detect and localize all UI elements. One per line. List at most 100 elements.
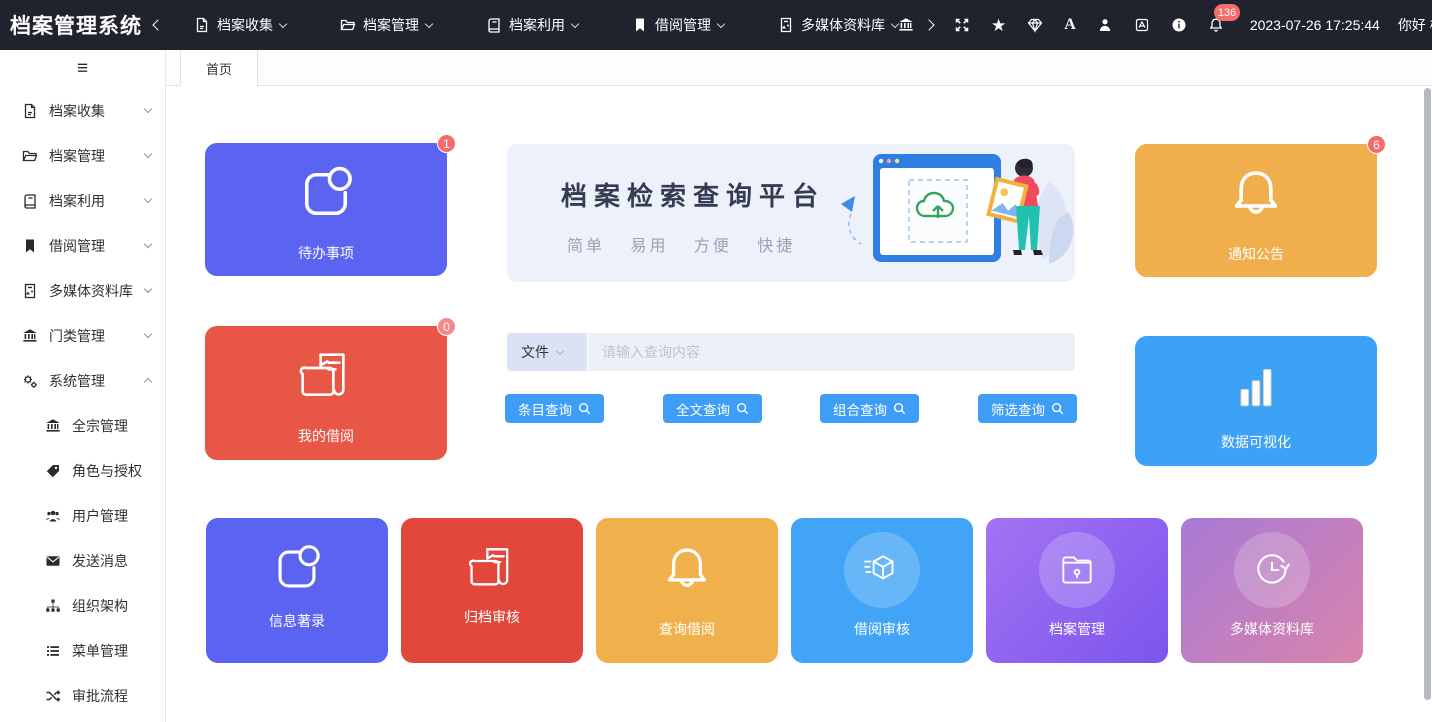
card-archive-review[interactable]: 归档审核 [401, 518, 583, 663]
search-input[interactable] [588, 333, 1075, 371]
combined-query-button[interactable]: 组合查询 [820, 394, 919, 423]
search-icon [893, 402, 906, 415]
button-label: 条目查询 [518, 399, 572, 419]
menu-label: 档案利用 [509, 15, 565, 35]
sidebar-subitem-fonds-manage[interactable]: 全宗管理 [0, 403, 165, 448]
search-bar: 文件 [507, 333, 1075, 371]
badge-count: 1 [437, 134, 456, 153]
clipboard-icon [268, 540, 326, 598]
card-info-entry[interactable]: 信息著录 [206, 518, 388, 663]
menu-label: 档案收集 [217, 15, 273, 35]
menu-borrow-manage[interactable]: 借阅管理 [632, 15, 724, 35]
font-size-icon[interactable]: A [1064, 16, 1076, 34]
card-label: 信息著录 [206, 611, 388, 631]
document-icon [22, 103, 38, 119]
card-borrow-review[interactable]: 借阅审核 [791, 518, 973, 663]
sidebar-subitem-approval-flow[interactable]: 审批流程 [0, 673, 165, 718]
sidebar-subitem-roles-auth[interactable]: 角色与授权 [0, 448, 165, 493]
datetime: 2023-07-26 17:25:44 [1250, 17, 1380, 33]
chevron-down-icon [144, 105, 152, 113]
bank-icon[interactable] [898, 17, 914, 33]
sidebar-subitem-org-structure[interactable]: 组织架构 [0, 583, 165, 628]
menu-multimedia[interactable]: 多媒体资料库 [778, 15, 898, 35]
sidebar-item-archive-collect[interactable]: 档案收集 [0, 88, 165, 133]
sidebar-item-archive-use[interactable]: 档案利用 [0, 178, 165, 223]
banner-illustration [781, 142, 1081, 314]
banner-subtitle: 简单 易用 方便 快捷 [567, 232, 795, 256]
bell-icon[interactable]: 136 [1208, 17, 1224, 33]
chevron-down-icon [717, 19, 725, 27]
chevron-down-icon [279, 19, 287, 27]
hamburger-icon[interactable]: ≡ [0, 50, 165, 88]
bookmark-icon [632, 17, 648, 33]
notification-badge: 136 [1214, 4, 1240, 21]
sidebar-item-label: 档案利用 [49, 191, 105, 211]
card-data-visualization[interactable]: 数据可视化 [1135, 336, 1377, 466]
info-icon[interactable] [1171, 17, 1187, 33]
menu-archive-collect[interactable]: 档案收集 [194, 15, 286, 35]
book-icon [486, 17, 502, 33]
card-query-borrow[interactable]: 查询借阅 [596, 518, 778, 663]
package-icon [861, 549, 903, 591]
sidebar-subitem-user-manage[interactable]: 用户管理 [0, 493, 165, 538]
card-notice[interactable]: 通知公告 6 [1135, 144, 1377, 277]
sidebar-item-label: 用户管理 [72, 506, 128, 526]
header-tools: ★ A 136 [898, 16, 1224, 34]
scrollbar[interactable] [1423, 86, 1432, 722]
menu-archive-use[interactable]: 档案利用 [486, 15, 578, 35]
card-my-borrow[interactable]: 我的借阅 0 [205, 326, 447, 460]
sidebar-item-system-manage[interactable]: 系统管理 [0, 358, 165, 403]
chevron-down-icon [144, 330, 152, 338]
icon-circle [844, 532, 920, 608]
icon-circle [1039, 532, 1115, 608]
menu-label: 借阅管理 [655, 15, 711, 35]
sidebar-item-multimedia[interactable]: 多媒体资料库 [0, 268, 165, 313]
clipboard-icon [293, 161, 359, 227]
scrollbar-thumb[interactable] [1424, 88, 1431, 700]
sidebar-item-label: 全宗管理 [72, 416, 128, 436]
folder-open-icon [22, 148, 38, 164]
star-icon[interactable]: ★ [991, 17, 1006, 34]
chevron-right-icon[interactable] [925, 21, 933, 29]
translate-icon[interactable] [1134, 17, 1150, 33]
card-label: 归档审核 [401, 607, 583, 627]
sidebar-item-label: 审批流程 [72, 686, 128, 706]
filter-query-button[interactable]: 筛选查询 [978, 394, 1077, 423]
tab-home[interactable]: 首页 [180, 50, 258, 86]
sidebar-item-category-manage[interactable]: 门类管理 [0, 313, 165, 358]
card-label: 我的借阅 [205, 426, 447, 446]
gem-icon[interactable] [1027, 17, 1043, 33]
button-label: 筛选查询 [991, 399, 1045, 419]
search-category-select[interactable]: 文件 [507, 333, 587, 371]
badge-count: 6 [1367, 135, 1386, 154]
search-category-value: 文件 [521, 342, 549, 362]
card-label: 档案管理 [986, 619, 1168, 639]
gears-icon [22, 373, 38, 389]
fulltext-query-button[interactable]: 全文查询 [663, 394, 762, 423]
fullscreen-icon[interactable] [954, 17, 970, 33]
sidebar-subitem-send-message[interactable]: 发送消息 [0, 538, 165, 583]
book-icon [22, 193, 38, 209]
sidebar-item-archive-manage[interactable]: 档案管理 [0, 133, 165, 178]
bell-icon [1225, 162, 1287, 228]
folder-document-icon [293, 344, 359, 408]
sidebar-item-borrow-manage[interactable]: 借阅管理 [0, 223, 165, 268]
search-icon [578, 402, 591, 415]
card-archive-manage[interactable]: 档案管理 [986, 518, 1168, 663]
user-greeting: 你好 杨标 [1398, 15, 1432, 35]
card-multimedia-library[interactable]: 多媒体资料库 [1181, 518, 1363, 663]
sidebar-subitem-menu-manage[interactable]: 菜单管理 [0, 628, 165, 673]
card-todo[interactable]: 待办事项 1 [205, 143, 447, 276]
entry-query-button[interactable]: 条目查询 [505, 394, 604, 423]
chevron-down-icon [144, 240, 152, 248]
chevron-up-icon [144, 378, 152, 386]
menu-archive-manage[interactable]: 档案管理 [340, 15, 432, 35]
folder-document-icon [463, 540, 521, 596]
button-label: 全文查询 [676, 399, 730, 419]
user-icon[interactable] [1097, 17, 1113, 33]
chevron-left-icon[interactable] [154, 21, 162, 29]
folder-open-icon [340, 17, 356, 33]
chevron-down-icon [425, 19, 433, 27]
menu-label: 多媒体资料库 [801, 15, 885, 35]
badge-count: 0 [437, 317, 456, 336]
